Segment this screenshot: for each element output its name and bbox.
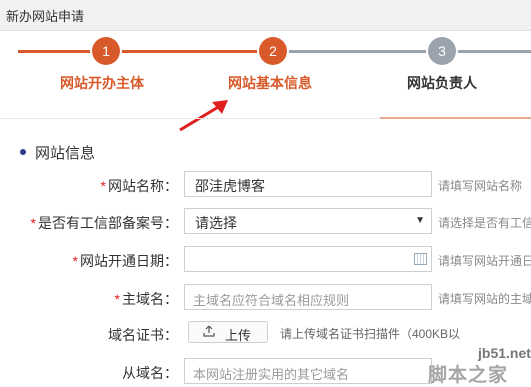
window-title: 新办网站申请 <box>6 9 85 24</box>
divider-accent <box>380 117 531 119</box>
site-name-input[interactable]: 邵洼虎博客 <box>184 171 432 197</box>
icp-hint: 请选择是否有工信 <box>438 216 531 230</box>
icp-row: * 是否有工信部备案号： 请选择 ▼ 请选择是否有工信 <box>0 208 531 234</box>
title-bar: 新办网站申请 <box>0 0 531 31</box>
open-date-row: * 网站开通日期： 请填写网站开通日 <box>0 246 531 272</box>
open-date-input[interactable] <box>184 246 432 272</box>
upload-icon <box>203 325 215 337</box>
section-title: 网站信息 <box>35 145 96 162</box>
step-1-label[interactable]: 网站开办主体 <box>60 73 144 93</box>
main-domain-label: * 主域名： <box>114 291 178 307</box>
step-2-label[interactable]: 网站基本信息 <box>228 73 312 93</box>
calendar-icon[interactable] <box>414 253 427 265</box>
domain-cert-row: 域名证书： 上传 请上传域名证书扫描件（400KB以 <box>0 320 531 346</box>
dropdown-arrow-icon: ▼ <box>415 215 425 226</box>
site-name-label: * 网站名称： <box>100 178 178 194</box>
domain-cert-hint: 请上传域名证书扫描件（400KB以 <box>280 327 461 341</box>
main-domain-row: * 主域名： 主域名应符合域名相应规则 请填写网站的主域 <box>0 284 531 310</box>
site-name-row: * 网站名称： 邵洼虎博客 请填写网站名称 <box>0 171 531 197</box>
open-date-hint: 请填写网站开通日 <box>438 254 531 268</box>
upload-button[interactable]: 上传 <box>188 321 268 343</box>
icp-select[interactable]: 请选择 ▼ <box>184 208 432 234</box>
sub-domain-label: 从域名： <box>122 365 178 381</box>
step-1-circle[interactable]: 1 <box>92 37 120 65</box>
main-domain-input[interactable]: 主域名应符合域名相应规则 <box>184 284 432 310</box>
watermark-site: jb51.net <box>478 345 531 361</box>
pointer-arrow-icon <box>179 100 228 132</box>
icp-label: * 是否有工信部备案号： <box>30 215 178 231</box>
step-2-circle[interactable]: 2 <box>259 37 287 65</box>
domain-cert-label: 域名证书： <box>108 327 178 343</box>
watermark-brand: 脚本之家 <box>428 365 509 386</box>
step-3-label[interactable]: 网站负责人 <box>407 73 477 93</box>
progress-line-pending <box>258 50 531 53</box>
step-3-circle[interactable]: 3 <box>428 37 456 65</box>
main-domain-hint: 请填写网站的主域 <box>438 292 531 306</box>
site-name-hint: 请填写网站名称 <box>438 179 523 193</box>
sub-domain-input[interactable]: 本网站注册实用的其它域名 <box>184 358 432 384</box>
progress-line-done <box>18 50 258 53</box>
open-date-label: * 网站开通日期： <box>72 253 178 269</box>
